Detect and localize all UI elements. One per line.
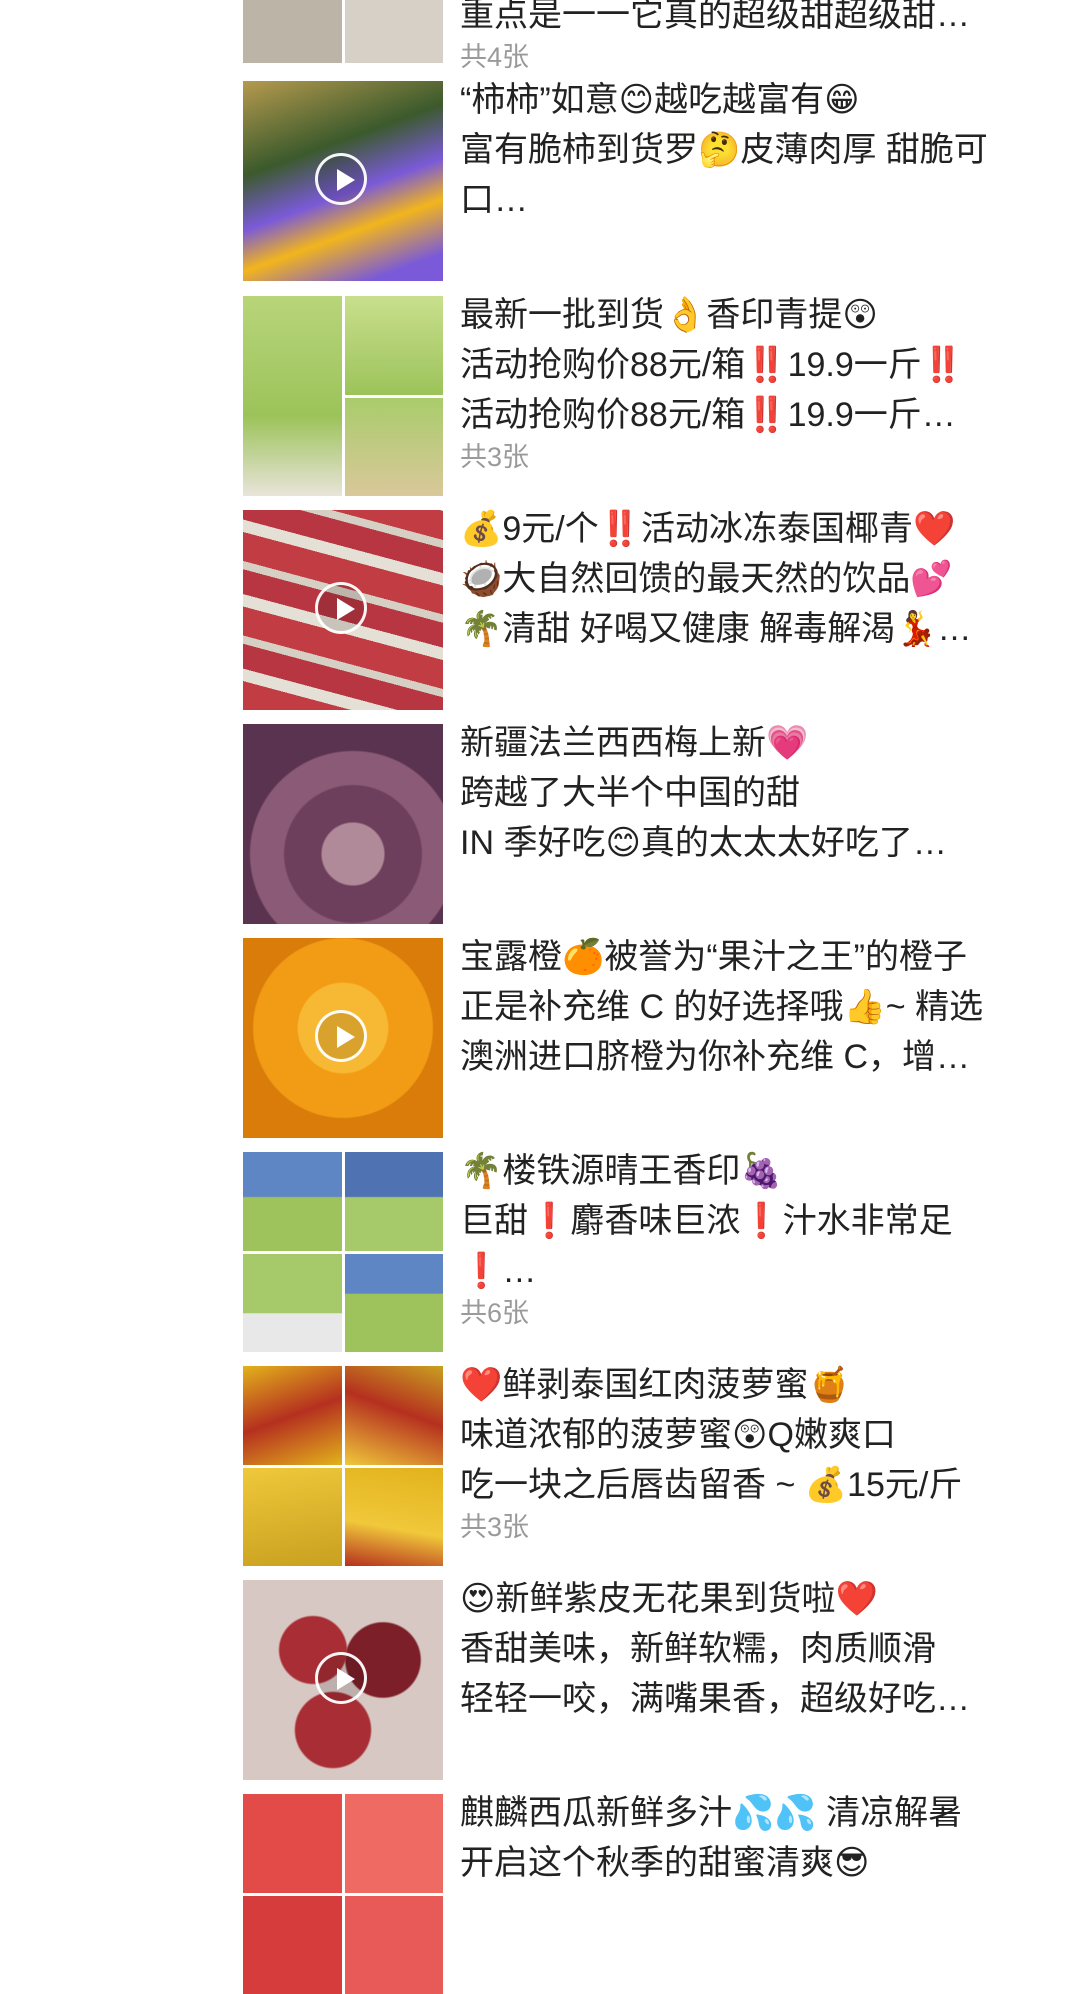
photo [243, 1468, 342, 1567]
photo [345, 398, 444, 497]
post-text: 新疆法兰西西梅上新💗 跨越了大半个中国的甜 IN 季好吃😊真的太太太好吃了… [460, 718, 1050, 868]
post-text: 麒麟西瓜新鲜多汁💦💦 清凉解暑 开启这个秋季的甜蜜清爽😎 [460, 1788, 1050, 1888]
list-item[interactable]: 新疆法兰西西梅上新💗 跨越了大半个中国的甜 IN 季好吃😊真的太太太好吃了… [243, 724, 1063, 924]
photo [345, 296, 444, 395]
post-thumbnail[interactable] [243, 296, 443, 496]
post-text: 💰9元/个‼️活动冰冻泰国椰青❤️ 🥥大自然回馈的最天然的饮品💕 🌴清甜 好喝又… [460, 504, 1050, 654]
post-line: 正是补充维 C 的好选择哦👍~ 精选 [460, 982, 1050, 1032]
post-line: 轻轻一咬，满嘴果香，超级好吃… [460, 1674, 1050, 1724]
list-item[interactable]: ❤️鲜剥泰国红肉菠萝蜜🍯 味道浓郁的菠萝蜜😲Q嫩爽口 吃一块之后唇齿留香 ~ 💰… [243, 1366, 1063, 1566]
photo-count: 共4张 [460, 42, 1050, 72]
list-item[interactable]: 🌴楼铁源晴王香印🍇 巨甜❗麝香味巨浓❗汁水非常足 ❗… 共6张 [243, 1152, 1063, 1352]
photo [345, 0, 444, 63]
post-line: 🌴楼铁源晴王香印🍇 [460, 1146, 1050, 1196]
post-line: 新疆法兰西西梅上新💗 [460, 718, 1050, 768]
post-thumbnail[interactable] [243, 1794, 443, 1994]
photo [243, 1152, 342, 1251]
photo [345, 1896, 444, 1994]
post-line: 口… [460, 175, 1050, 225]
photo [243, 1254, 342, 1353]
post-text: “柿柿”如意😊越吃越富有😁 富有脆柿到货罗🤔皮薄肉厚 甜脆可 口… [460, 75, 1050, 225]
post-thumbnail[interactable] [243, 724, 443, 924]
post-line: “柿柿”如意😊越吃越富有😁 [460, 75, 1050, 125]
post-line: 澳洲进口脐橙为你补充维 C，增… [460, 1032, 1050, 1082]
post-thumbnail[interactable] [243, 938, 443, 1138]
list-item[interactable]: “柿柿”如意😊越吃越富有😁 富有脆柿到货罗🤔皮薄肉厚 甜脆可 口… [243, 81, 1063, 281]
post-line: 🌴清甜 好喝又健康 解毒解渴💃… [460, 604, 1050, 654]
photo-count: 共3张 [460, 1512, 1050, 1542]
post-text: 😍新鲜紫皮无花果到货啦❤️ 香甜美味，新鲜软糯，肉质顺滑 轻轻一咬，满嘴果香，超… [460, 1574, 1050, 1724]
post-line: 😍新鲜紫皮无花果到货啦❤️ [460, 1574, 1050, 1624]
post-text: 最新一批到货👌香印青提😲 活动抢购价88元/箱‼️19.9一斤‼️ 活动抢购价8… [460, 290, 1050, 472]
photo [243, 1794, 342, 1893]
photo [345, 1152, 444, 1251]
photo [345, 1468, 444, 1567]
post-text: 重点是一一它真的超级甜超级甜… 共4张 [460, 0, 1050, 72]
post-thumbnail[interactable] [243, 81, 443, 281]
post-line: 💰9元/个‼️活动冰冻泰国椰青❤️ [460, 504, 1050, 554]
post-text: 🌴楼铁源晴王香印🍇 巨甜❗麝香味巨浓❗汁水非常足 ❗… 共6张 [460, 1146, 1050, 1328]
post-line: 🥥大自然回馈的最天然的饮品💕 [460, 554, 1050, 604]
list-item[interactable]: 重点是一一它真的超级甜超级甜… 共4张 [243, 0, 1063, 63]
play-icon[interactable] [315, 153, 367, 205]
photo [243, 1366, 342, 1465]
list-item[interactable]: 😍新鲜紫皮无花果到货啦❤️ 香甜美味，新鲜软糯，肉质顺滑 轻轻一咬，满嘴果香，超… [243, 1580, 1063, 1780]
post-thumbnail[interactable] [243, 0, 443, 63]
photo-count: 共3张 [460, 442, 1050, 472]
list-item[interactable]: 💰9元/个‼️活动冰冻泰国椰青❤️ 🥥大自然回馈的最天然的饮品💕 🌴清甜 好喝又… [243, 510, 1063, 710]
post-text: 宝露橙🍊被誉为“果汁之王”的橙子 正是补充维 C 的好选择哦👍~ 精选 澳洲进口… [460, 932, 1050, 1082]
post-text: ❤️鲜剥泰国红肉菠萝蜜🍯 味道浓郁的菠萝蜜😲Q嫩爽口 吃一块之后唇齿留香 ~ 💰… [460, 1360, 1050, 1542]
photo [243, 0, 342, 63]
play-icon[interactable] [315, 582, 367, 634]
post-thumbnail[interactable] [243, 510, 443, 710]
post-line: 麒麟西瓜新鲜多汁💦💦 清凉解暑 [460, 1788, 1050, 1838]
photo-count: 共6张 [460, 1298, 1050, 1328]
photo [345, 1254, 444, 1353]
post-thumbnail[interactable] [243, 1152, 443, 1352]
post-line: IN 季好吃😊真的太太太好吃了… [460, 818, 1050, 868]
photo [243, 1896, 342, 1994]
play-icon[interactable] [315, 1652, 367, 1704]
photo [345, 1794, 444, 1893]
post-line: ❤️鲜剥泰国红肉菠萝蜜🍯 [460, 1360, 1050, 1410]
post-line: 宝露橙🍊被誉为“果汁之王”的橙子 [460, 932, 1050, 982]
post-line: 吃一块之后唇齿留香 ~ 💰15元/斤 [460, 1460, 1050, 1510]
play-icon[interactable] [315, 1010, 367, 1062]
photo [345, 1366, 444, 1465]
photo [243, 296, 342, 496]
post-line: 开启这个秋季的甜蜜清爽😎 [460, 1838, 1050, 1888]
post-line: 富有脆柿到货罗🤔皮薄肉厚 甜脆可 [460, 125, 1050, 175]
post-line: 香甜美味，新鲜软糯，肉质顺滑 [460, 1624, 1050, 1674]
post-line: 活动抢购价88元/箱‼️19.9一斤… [460, 390, 1050, 440]
post-line: 味道浓郁的菠萝蜜😲Q嫩爽口 [460, 1410, 1050, 1460]
list-item[interactable]: 宝露橙🍊被誉为“果汁之王”的橙子 正是补充维 C 的好选择哦👍~ 精选 澳洲进口… [243, 938, 1063, 1138]
list-item[interactable]: 最新一批到货👌香印青提😲 活动抢购价88元/箱‼️19.9一斤‼️ 活动抢购价8… [243, 296, 1063, 496]
post-line: ❗… [460, 1246, 1050, 1296]
post-thumbnail[interactable] [243, 1366, 443, 1566]
moments-feed: 重点是一一它真的超级甜超级甜… 共4张 “柿柿”如意😊越吃越富有😁 富有脆柿到货… [0, 0, 1080, 1916]
list-item[interactable]: 麒麟西瓜新鲜多汁💦💦 清凉解暑 开启这个秋季的甜蜜清爽😎 [243, 1794, 1063, 1994]
post-line: 活动抢购价88元/箱‼️19.9一斤‼️ [460, 340, 1050, 390]
post-line: 跨越了大半个中国的甜 [460, 768, 1050, 818]
post-line: 重点是一一它真的超级甜超级甜… [460, 0, 1050, 40]
post-line: 巨甜❗麝香味巨浓❗汁水非常足 [460, 1196, 1050, 1246]
post-line: 最新一批到货👌香印青提😲 [460, 290, 1050, 340]
post-thumbnail[interactable] [243, 1580, 443, 1780]
